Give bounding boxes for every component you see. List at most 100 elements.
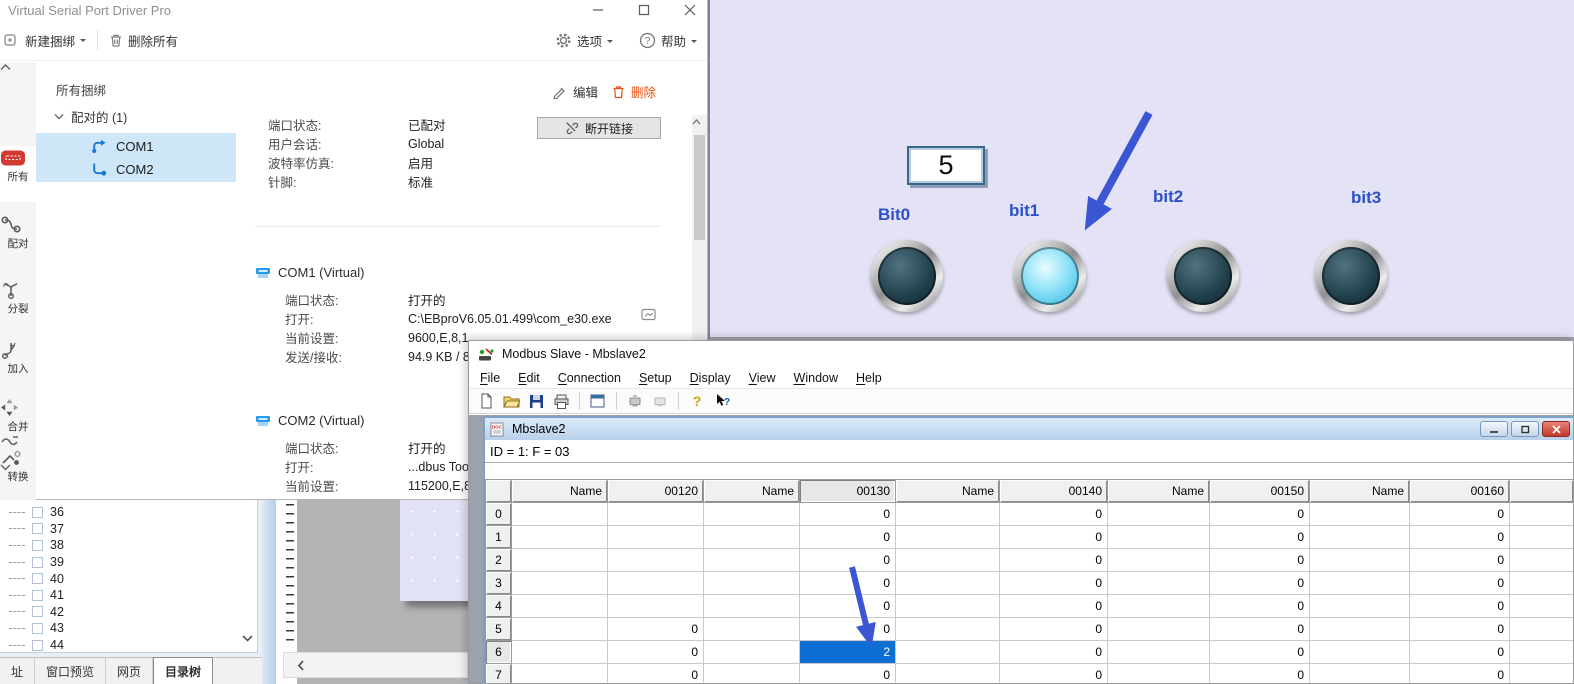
- grid-cell[interactable]: 0: [1410, 641, 1510, 664]
- tree-item-com1[interactable]: COM1: [36, 135, 236, 158]
- lamp-bit1[interactable]: [1014, 240, 1086, 312]
- grid-cell[interactable]: 0: [1210, 664, 1310, 684]
- grid-cell[interactable]: [896, 549, 1000, 572]
- row-header-4[interactable]: 4: [486, 595, 512, 618]
- tree-node-43[interactable]: 43: [0, 620, 257, 637]
- col-header-00140[interactable]: 00140: [1000, 480, 1108, 503]
- grid-cell[interactable]: 0: [1410, 549, 1510, 572]
- menu-file[interactable]: File: [471, 371, 509, 385]
- selected-cell[interactable]: 2: [800, 641, 896, 664]
- open-file-icon[interactable]: [501, 392, 521, 410]
- tree-node-41[interactable]: 41: [0, 587, 257, 604]
- col-header-Name[interactable]: Name: [1310, 480, 1410, 503]
- tree-item-com2[interactable]: COM2: [36, 158, 236, 181]
- grid-cell[interactable]: [896, 526, 1000, 549]
- grid-cell[interactable]: [1108, 526, 1210, 549]
- grid-cell[interactable]: [512, 572, 608, 595]
- sidebar-item-合并[interactable]: 合并: [0, 395, 36, 434]
- grid-cell[interactable]: [1510, 572, 1574, 595]
- grid-cell[interactable]: [896, 664, 1000, 684]
- menu-view[interactable]: View: [740, 371, 785, 385]
- sidebar-item-分裂[interactable]: 分裂: [0, 277, 36, 316]
- horizontal-scrollbar[interactable]: [283, 652, 468, 678]
- grid-cell[interactable]: [704, 641, 800, 664]
- row-header-3[interactable]: 3: [486, 572, 512, 595]
- grid-cell[interactable]: [512, 503, 608, 526]
- help-icon[interactable]: ?: [687, 392, 707, 410]
- tree-node-39[interactable]: 39: [0, 554, 257, 571]
- scrollbar-thumb[interactable]: [694, 135, 705, 240]
- grid-cell[interactable]: 0: [800, 549, 896, 572]
- grid-cell[interactable]: 0: [1210, 503, 1310, 526]
- grid-cell[interactable]: [1310, 641, 1410, 664]
- no-connection-icon[interactable]: [650, 392, 670, 410]
- grid-cell[interactable]: [896, 572, 1000, 595]
- grid-cell[interactable]: 0: [1210, 526, 1310, 549]
- grid-cell[interactable]: 0: [1000, 641, 1108, 664]
- grid-cell[interactable]: 0: [1410, 572, 1510, 595]
- child-close-button[interactable]: [1542, 421, 1570, 437]
- grid-cell[interactable]: [608, 572, 704, 595]
- new-bundle-button[interactable]: 新建捆绑: [4, 31, 86, 50]
- grid-cell[interactable]: 0: [1410, 618, 1510, 641]
- edit-button[interactable]: 编辑: [552, 82, 598, 101]
- grid-cell[interactable]: [896, 641, 1000, 664]
- grid-cell[interactable]: [704, 503, 800, 526]
- grid-cell[interactable]: [1310, 526, 1410, 549]
- grid-cell[interactable]: 0: [1000, 572, 1108, 595]
- col-header-00120[interactable]: 00120: [608, 480, 704, 503]
- lamp-bit2[interactable]: [1167, 240, 1239, 312]
- grid-cell[interactable]: 0: [1410, 526, 1510, 549]
- grid-cell[interactable]: 0: [1410, 595, 1510, 618]
- grid-cell[interactable]: [704, 549, 800, 572]
- scroll-down-icon[interactable]: [242, 634, 253, 642]
- col-header-Name[interactable]: Name: [1108, 480, 1210, 503]
- menu-edit[interactable]: Edit: [509, 371, 549, 385]
- tree-node-42[interactable]: 42: [0, 604, 257, 621]
- sidebar-item-加入[interactable]: 加入: [0, 337, 36, 376]
- grid-cell[interactable]: 0: [1210, 641, 1310, 664]
- grid-cell[interactable]: [1310, 549, 1410, 572]
- grid-cell[interactable]: 0: [800, 526, 896, 549]
- grid-cell[interactable]: [608, 595, 704, 618]
- lamp-Bit0[interactable]: [871, 240, 943, 312]
- delete-all-button[interactable]: 删除所有: [109, 31, 178, 50]
- grid-cell[interactable]: 0: [1000, 664, 1108, 684]
- grid-cell[interactable]: [1510, 618, 1574, 641]
- grid-cell[interactable]: [512, 595, 608, 618]
- grid-cell[interactable]: 0: [1000, 595, 1108, 618]
- grid-cell[interactable]: 0: [800, 572, 896, 595]
- grid-cell[interactable]: [1108, 664, 1210, 684]
- minimize-button[interactable]: [587, 1, 609, 19]
- grid-cell[interactable]: [1108, 595, 1210, 618]
- menu-window[interactable]: Window: [785, 371, 847, 385]
- child-minimize-button[interactable]: [1480, 421, 1508, 437]
- grid-cell[interactable]: 0: [608, 664, 704, 684]
- node-checkbox[interactable]: [32, 623, 43, 634]
- grid-cell[interactable]: 0: [1000, 618, 1108, 641]
- row-header-1[interactable]: 1: [486, 526, 512, 549]
- lamp-bit3[interactable]: [1315, 240, 1387, 312]
- grid-cell[interactable]: [512, 618, 608, 641]
- col-header-00130[interactable]: 00130: [800, 480, 896, 503]
- options-button[interactable]: 选项: [555, 31, 613, 50]
- grid-cell[interactable]: [608, 526, 704, 549]
- grid-cell[interactable]: [1510, 595, 1574, 618]
- col-header-Name[interactable]: Name: [512, 480, 608, 503]
- grid-cell[interactable]: 0: [1000, 503, 1108, 526]
- scroll-left-icon[interactable]: [297, 660, 305, 671]
- grid-cell[interactable]: [704, 618, 800, 641]
- close-button[interactable]: [679, 1, 701, 19]
- tab-网页[interactable]: 网页: [106, 658, 153, 684]
- mbslave2-titlebar[interactable]: DOC Mbslave2: [485, 418, 1573, 440]
- sidebar-item-所有[interactable]: 所有: [0, 146, 36, 202]
- save-icon[interactable]: [526, 392, 546, 410]
- grid-cell[interactable]: [896, 618, 1000, 641]
- grid-cell[interactable]: [608, 503, 704, 526]
- grid-cell[interactable]: [512, 641, 608, 664]
- grid-cell[interactable]: [704, 664, 800, 684]
- grid-cell[interactable]: [704, 595, 800, 618]
- new-file-icon[interactable]: [476, 392, 496, 410]
- grid-cell[interactable]: [1108, 641, 1210, 664]
- grid-cell[interactable]: [1510, 526, 1574, 549]
